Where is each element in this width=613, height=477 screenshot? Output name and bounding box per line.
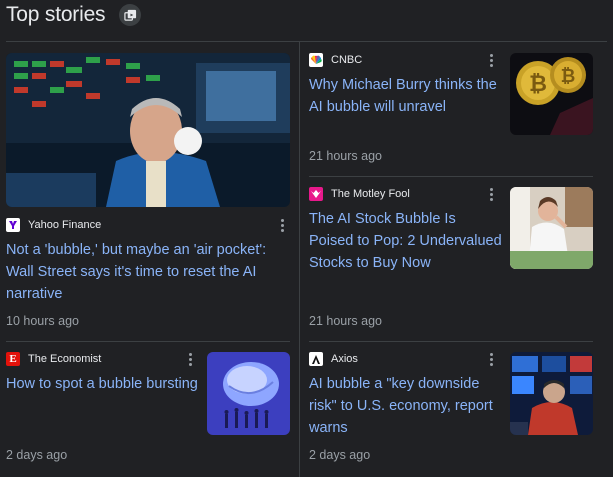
story-timestamp: 2 days ago: [309, 448, 371, 462]
motley-fool-logo-icon: [309, 187, 323, 201]
cnbc-peacock-logo-icon: [309, 53, 323, 67]
headline-link[interactable]: AI bubble a "key downside risk" to U.S. …: [309, 373, 504, 439]
story-divider: [309, 176, 593, 177]
story-yahoo-finance[interactable]: Yahoo Finance Not a 'bubble,' but maybe …: [6, 218, 290, 305]
headline-link[interactable]: Not a 'bubble,' but maybe an 'air pocket…: [6, 239, 286, 305]
header-divider: [6, 41, 607, 42]
story-timestamp: 10 hours ago: [6, 314, 79, 328]
story-the-economist[interactable]: E The Economist How to spot a bubble bur…: [6, 352, 198, 395]
headline-link[interactable]: Why Michael Burry thinks the AI bubble w…: [309, 74, 504, 118]
story-cnbc[interactable]: CNBC Why Michael Burry thinks the AI bub…: [309, 53, 504, 118]
story-image-economist[interactable]: [207, 352, 290, 435]
source-name: The Economist: [28, 353, 102, 365]
story-image-cnbc[interactable]: ₿ ₿: [510, 53, 593, 135]
story-divider: [309, 341, 593, 342]
svg-text:₿: ₿: [529, 72, 547, 97]
story-image-yahoo[interactable]: [6, 53, 290, 207]
source-row: CNBC: [309, 53, 504, 67]
headline-link[interactable]: How to spot a bubble bursting: [6, 373, 201, 395]
collection-icon[interactable]: [119, 4, 142, 26]
more-options-icon[interactable]: [486, 187, 496, 201]
source-name: CNBC: [331, 54, 363, 66]
source-name: Yahoo Finance: [28, 219, 102, 231]
story-timestamp: 2 days ago: [6, 448, 68, 462]
axios-logo-icon: [309, 352, 323, 366]
source-row: E The Economist: [6, 352, 198, 366]
more-options-icon[interactable]: [277, 218, 287, 232]
source-name: Axios: [331, 353, 358, 365]
source-row: The Motley Fool: [309, 187, 504, 201]
story-timestamp: 21 hours ago: [309, 314, 382, 328]
economist-logo-icon: E: [6, 352, 20, 366]
yahoo-finance-logo-icon: [6, 218, 20, 232]
column-divider: [299, 42, 300, 477]
section-title: Top stories: [6, 3, 106, 26]
headline-link[interactable]: The AI Stock Bubble Is Poised to Pop: 2 …: [309, 208, 504, 274]
more-options-icon[interactable]: [486, 53, 496, 67]
top-stories-header: Top stories: [6, 0, 142, 30]
story-timestamp: 21 hours ago: [309, 149, 382, 163]
story-axios[interactable]: Axios AI bubble a "key downside risk" to…: [309, 352, 504, 439]
source-name: The Motley Fool: [331, 188, 410, 200]
story-motley-fool[interactable]: The Motley Fool The AI Stock Bubble Is P…: [309, 187, 504, 274]
more-options-icon[interactable]: [185, 352, 195, 366]
story-image-motley-fool[interactable]: [510, 187, 593, 269]
story-divider: [6, 341, 290, 342]
source-row: Yahoo Finance: [6, 218, 290, 232]
more-options-icon[interactable]: [486, 352, 496, 366]
svg-text:₿: ₿: [561, 66, 576, 87]
story-image-axios[interactable]: [510, 352, 593, 435]
source-row: Axios: [309, 352, 504, 366]
